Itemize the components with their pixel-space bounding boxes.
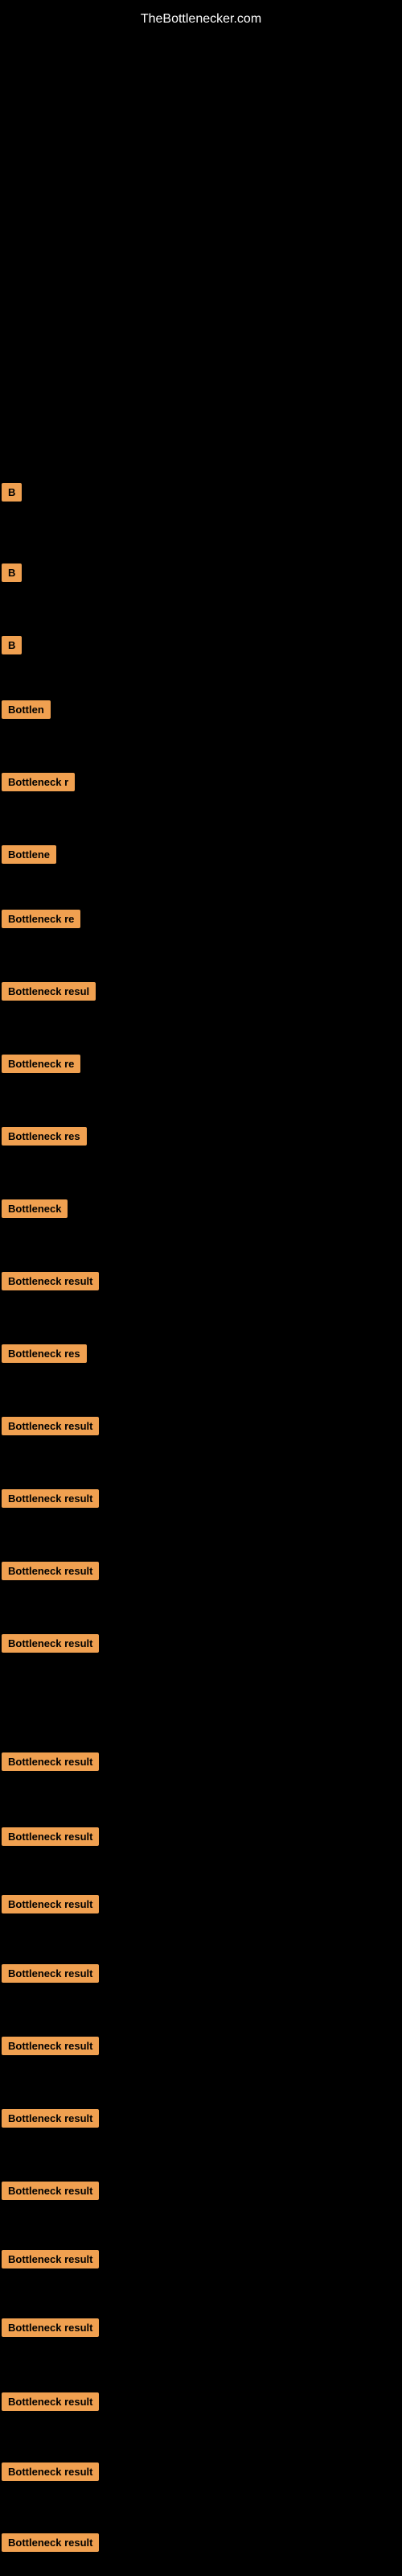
bottleneck-result-label-14: Bottleneck result	[2, 1417, 99, 1435]
bottleneck-result-label-28: Bottleneck result	[2, 2462, 99, 2481]
bottleneck-result-label-18: Bottleneck result	[2, 1752, 99, 1771]
bottleneck-result-label-29: Bottleneck result	[2, 2533, 99, 2552]
bottleneck-result-label-21: Bottleneck result	[2, 1964, 99, 1983]
bottleneck-result-label-10: Bottleneck res	[2, 1127, 87, 1146]
bottleneck-result-label-3: B	[2, 636, 22, 654]
bottleneck-result-label-11: Bottleneck	[2, 1199, 68, 1218]
bottleneck-result-label-2: B	[2, 564, 22, 582]
bottleneck-result-label-6: Bottlene	[2, 845, 56, 864]
bottleneck-result-label-15: Bottleneck result	[2, 1489, 99, 1508]
bottleneck-result-label-5: Bottleneck r	[2, 773, 75, 791]
bottleneck-result-label-27: Bottleneck result	[2, 2392, 99, 2411]
bottleneck-result-label-23: Bottleneck result	[2, 2109, 99, 2128]
bottleneck-result-label-12: Bottleneck result	[2, 1272, 99, 1290]
bottleneck-result-label-1: B	[2, 483, 22, 502]
bottleneck-result-label-25: Bottleneck result	[2, 2250, 99, 2268]
bottleneck-result-label-19: Bottleneck result	[2, 1827, 99, 1846]
bottleneck-result-label-4: Bottlen	[2, 700, 51, 719]
bottleneck-result-label-24: Bottleneck result	[2, 2182, 99, 2200]
bottleneck-result-label-9: Bottleneck re	[2, 1055, 80, 1073]
bottleneck-result-label-8: Bottleneck resul	[2, 982, 96, 1001]
bottleneck-result-label-16: Bottleneck result	[2, 1562, 99, 1580]
bottleneck-result-label-20: Bottleneck result	[2, 1895, 99, 1913]
bottleneck-result-label-13: Bottleneck res	[2, 1344, 87, 1363]
bottleneck-result-label-26: Bottleneck result	[2, 2318, 99, 2337]
site-title: TheBottlenecker.com	[0, 4, 402, 35]
bottleneck-result-label-7: Bottleneck re	[2, 910, 80, 928]
bottleneck-result-label-22: Bottleneck result	[2, 2037, 99, 2055]
bottleneck-result-label-17: Bottleneck result	[2, 1634, 99, 1653]
